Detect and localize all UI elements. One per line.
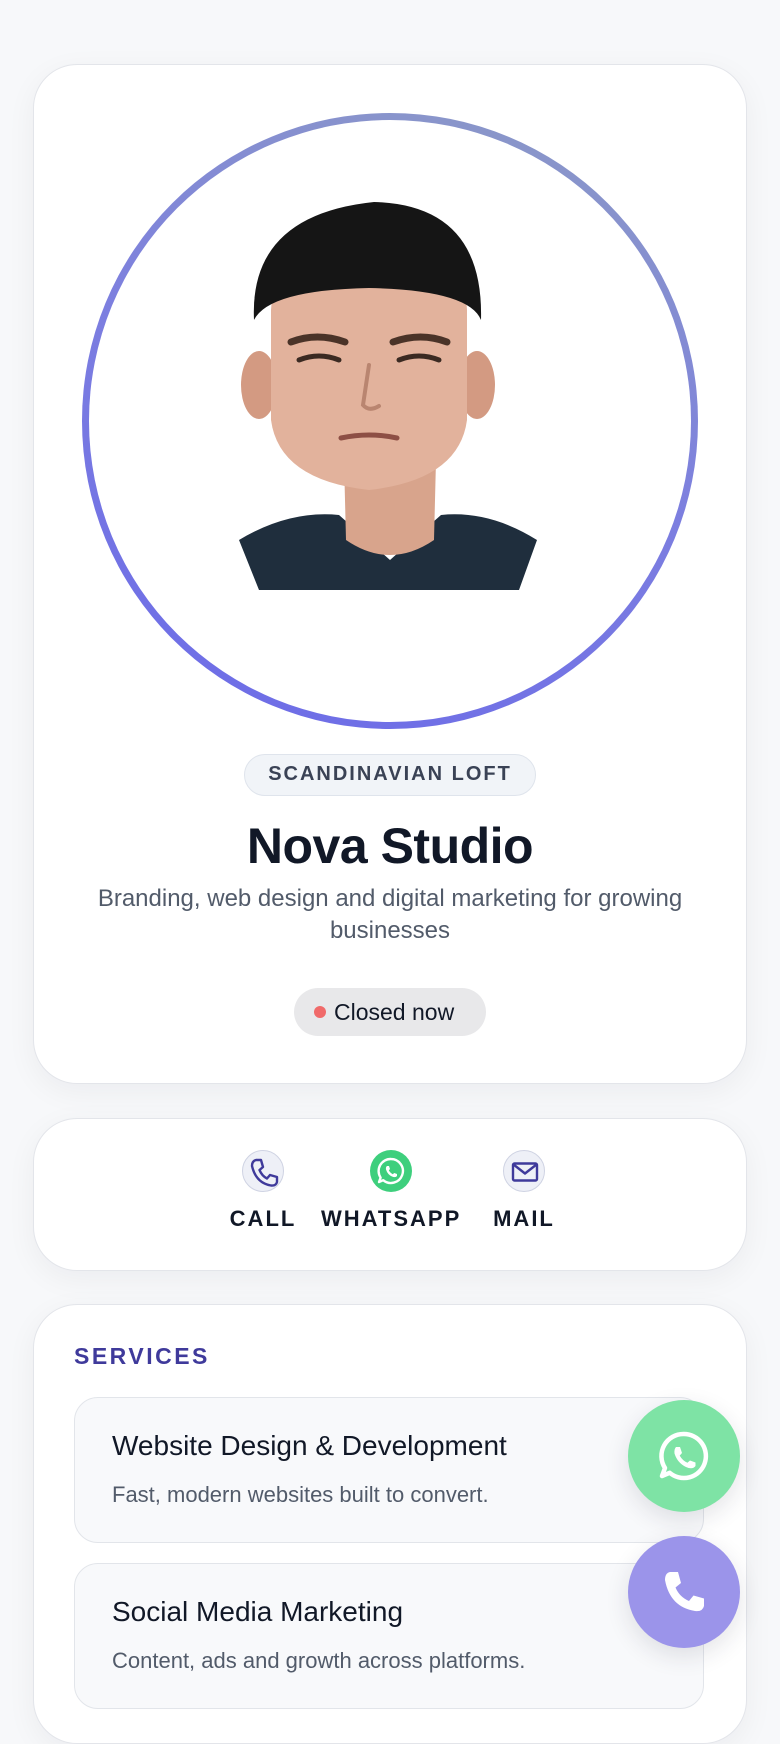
whatsapp-icon [370,1150,412,1192]
whatsapp-button[interactable]: WHATSAPP [321,1150,461,1232]
floating-whatsapp-button[interactable] [628,1400,740,1512]
business-tagline: Branding, web design and digital marketi… [97,885,683,944]
status-badge: Closed now [294,988,486,1036]
category-badge: SCANDINAVIAN LOFT [244,754,536,796]
services-heading: SERVICES [74,1343,210,1369]
whatsapp-icon [659,1431,709,1481]
floating-call-button[interactable] [628,1536,740,1648]
whatsapp-label: WHATSAPP [321,1206,462,1231]
services-card: SERVICES Website Design & Development Fa… [33,1304,747,1744]
status-label: Closed now [334,999,455,1025]
mail-icon [503,1150,545,1192]
service-item[interactable]: Website Design & Development Fast, moder… [74,1397,704,1543]
contact-actions-card: CALL WHATSAPP MAIL [33,1118,747,1271]
service-description: Fast, modern websites built to convert. [112,1482,489,1507]
business-name: Nova Studio [246,818,534,874]
profile-photo [239,202,537,590]
service-description: Content, ads and growth across platforms… [112,1648,526,1673]
mail-button[interactable]: MAIL [482,1150,566,1232]
service-name: Website Design & Development [112,1430,507,1461]
phone-icon [665,1572,704,1612]
service-name: Social Media Marketing [112,1596,404,1627]
status-dot-icon [314,1006,326,1018]
mail-label: MAIL [493,1206,555,1231]
avatar [89,120,691,722]
service-item[interactable]: Social Media Marketing Content, ads and … [74,1563,704,1709]
call-label: CALL [229,1206,297,1231]
profile-card: SCANDINAVIAN LOFT Nova Studio Branding, … [33,64,747,1084]
call-button[interactable]: CALL [224,1150,302,1232]
phone-icon [242,1150,284,1192]
avatar-ring [82,113,698,729]
